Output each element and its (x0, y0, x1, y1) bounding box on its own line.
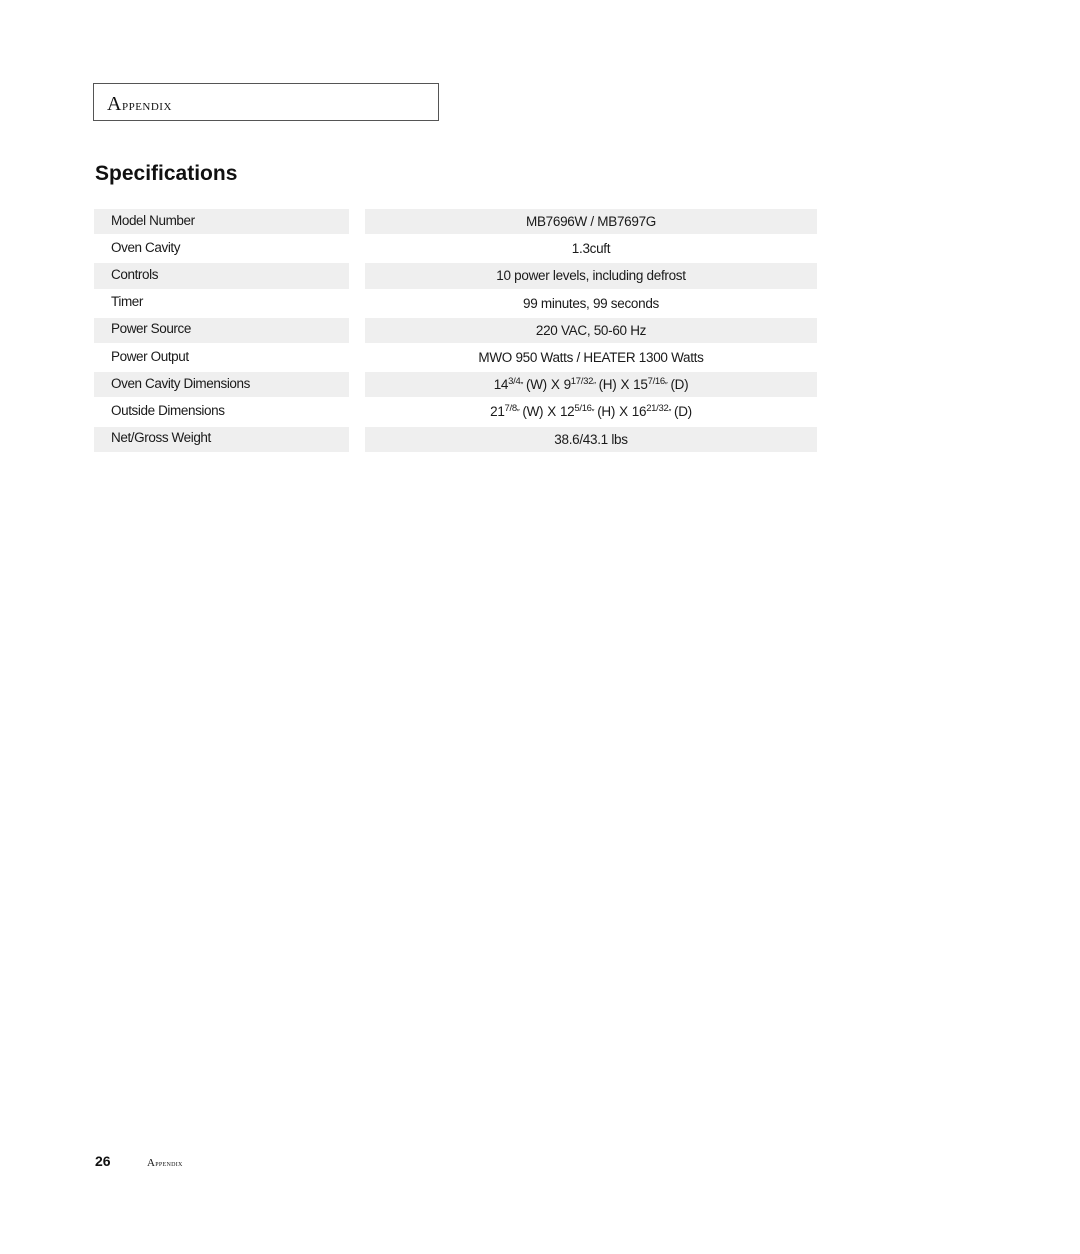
spec-label: Oven Cavity (111, 239, 181, 255)
page-number: 26 (95, 1153, 111, 1169)
dimension-separator: X (547, 404, 556, 420)
page-footer: 26 Appendix (95, 1153, 183, 1169)
spec-label: Oven Cavity Dimensions (94, 372, 349, 398)
spec-label: Model Number (94, 209, 349, 235)
spec-value: 217/8″ (W) X 125/16″ (H) X 1621/32″ (D) (365, 399, 817, 424)
specifications-table: Model Number MB7696W / MB7697G Oven Cavity… (94, 209, 817, 454)
spec-row: Timer 99 minutes, 99 seconds (94, 291, 817, 318)
footer-section-label: Appendix (147, 1157, 183, 1169)
section-header-box: Appendix (93, 83, 439, 121)
dimension-part: 917/32″ (H) (563, 376, 617, 393)
spec-label: Timer (111, 294, 143, 310)
spec-row: Power Output MWO 950 Watts / HEATER 1300 … (94, 345, 817, 372)
spec-label: Power Source (94, 317, 349, 343)
spec-value: 143/4″ (W) X 917/32″ (H) X 157/16″ (D) (365, 372, 817, 398)
spec-value: MB7696W / MB7697G (365, 209, 817, 235)
dimension-separator: X (620, 377, 630, 393)
spec-row: Controls 10 power levels, including defro… (94, 263, 817, 290)
spec-row: Outside Dimensions 217/8″ (W) X 125/16″ (H) X 1… (94, 399, 817, 426)
dimension-part: 157/16″ (D) (633, 376, 689, 393)
spec-row: Net/Gross Weight 38.6/43.1 lbs (94, 426, 817, 454)
spec-value: 220 VAC, 50-60 Hz (365, 317, 817, 343)
section-header-title: Appendix (107, 93, 172, 115)
spec-value: 38.6/43.1 lbs (365, 426, 817, 452)
spec-row: Oven Cavity 1.3cuft (94, 236, 817, 263)
spec-label: Outside Dimensions (111, 402, 225, 418)
dimension-part: 143/4″ (W) (493, 376, 547, 393)
spec-row: Model Number MB7696W / MB7697G (94, 209, 817, 236)
spec-value: 10 power levels, including defrost (365, 263, 817, 289)
spec-row: Oven Cavity Dimensions 143/4″ (W) X 917/32″(… (94, 372, 817, 399)
dimension-separator: X (550, 377, 560, 393)
page-title: Specifications (95, 162, 238, 185)
dimension-part: 217/8″ (W) (490, 403, 544, 420)
spec-value: MWO 950 Watts / HEATER 1300 Watts (478, 350, 704, 366)
spec-value: 99 minutes, 99 seconds (523, 295, 659, 311)
spec-label: Controls (94, 263, 349, 289)
spec-label: Net/Gross Weight (94, 426, 349, 452)
spec-row: Power Source 220 VAC, 50-60 Hz (94, 317, 817, 345)
spec-label: Power Output (111, 348, 189, 364)
dimension-part: 125/16″ (H) (559, 403, 616, 420)
dimension-separator: X (619, 404, 628, 420)
spec-value: 1.3cuft (571, 241, 611, 257)
dimension-part: 1621/32″ (D) (631, 403, 692, 420)
